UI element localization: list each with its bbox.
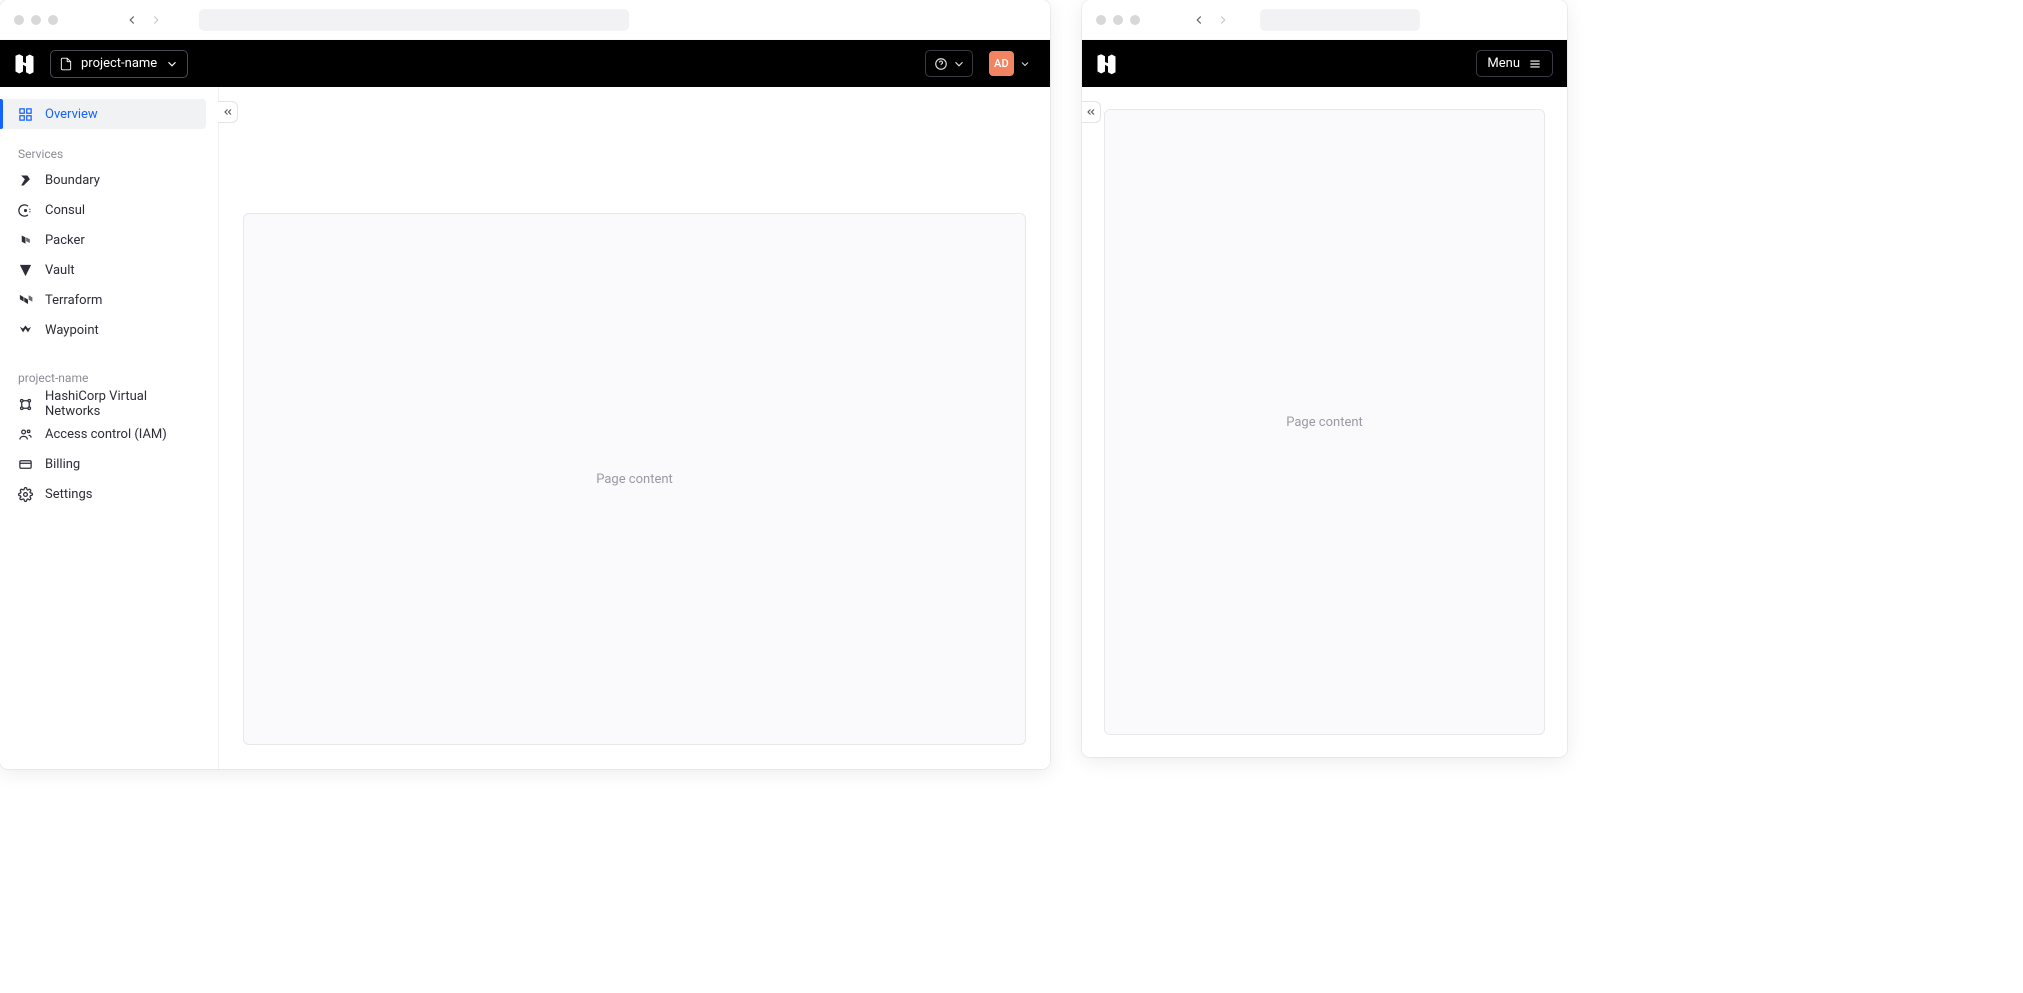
sidebar-item-label: Consul [45,203,85,218]
window-minimize-icon[interactable] [1113,15,1123,25]
sidebar-item-label: Vault [45,263,75,278]
user-menu[interactable]: AD [989,50,1036,77]
sidebar-item-label: Access control (IAM) [45,427,167,442]
sidebar-heading-project: project-name [0,353,218,389]
app-header: project-name AD [0,40,1050,87]
sidebar-collapse-button[interactable] [1082,101,1101,123]
window-mobile: Menu Page content [1082,0,1567,757]
sidebar-item-label: HashiCorp Virtual Networks [45,389,200,419]
project-picker[interactable]: project-name [50,50,188,78]
sidebar-item-label: Packer [45,233,85,248]
sidebar-item-label: Boundary [45,173,100,188]
file-icon [59,57,73,71]
browser-chrome [1082,0,1567,40]
gear-icon [18,487,33,502]
sidebar-item-billing[interactable]: Billing [0,449,210,479]
overview-icon [18,107,33,122]
sidebar-item-settings[interactable]: Settings [0,479,210,509]
sidebar-item-label: Terraform [45,293,102,308]
project-label: project-name [81,56,157,71]
main-content: Page content [218,87,1050,769]
window-controls[interactable] [1096,15,1140,25]
browser-chrome [0,0,1050,40]
help-icon [934,57,948,71]
sidebar-item-label: Settings [45,487,92,502]
sidebar-item-waypoint[interactable]: Waypoint [0,315,210,345]
sidebar-heading-services: Services [0,129,218,165]
window-minimize-icon[interactable] [31,15,41,25]
sidebar-item-consul[interactable]: Consul [0,195,210,225]
waypoint-icon [18,323,33,338]
sidebar-collapse-button[interactable] [218,101,238,123]
chevron-down-icon [952,57,966,71]
window-maximize-icon[interactable] [1130,15,1140,25]
consul-icon [18,203,33,218]
sidebar-item-terraform[interactable]: Terraform [0,285,210,315]
sidebar-item-label: Billing [45,457,80,472]
main-content: Page content [1082,87,1567,757]
sidebar-item-label: Waypoint [45,323,99,338]
hashicorp-logo-icon [1096,52,1120,76]
chevron-down-icon [1014,50,1036,77]
page-content-placeholder: Page content [1104,109,1545,735]
sidebar-item-label: Overview [45,107,98,122]
app-header: Menu [1082,40,1567,87]
sidebar-item-hvn[interactable]: HashiCorp Virtual Networks [0,389,210,419]
boundary-icon [18,173,33,188]
nav-forward-button[interactable] [145,9,167,31]
terraform-icon [18,293,33,308]
window-close-icon[interactable] [1096,15,1106,25]
menu-icon [1528,57,1542,71]
packer-icon [18,233,33,248]
url-bar[interactable] [199,9,629,31]
card-icon [18,457,33,472]
chevron-down-icon [165,57,179,71]
sidebar-item-vault[interactable]: Vault [0,255,210,285]
nav-forward-button[interactable] [1212,9,1234,31]
network-icon [18,397,33,412]
vault-icon [18,263,33,278]
url-bar[interactable] [1260,9,1420,31]
sidebar-item-packer[interactable]: Packer [0,225,210,255]
window-close-icon[interactable] [14,15,24,25]
help-button[interactable] [925,50,973,77]
hashicorp-logo-icon [14,52,38,76]
nav-back-button[interactable] [121,9,143,31]
users-icon [18,427,33,442]
menu-button[interactable]: Menu [1476,50,1553,77]
window-maximize-icon[interactable] [48,15,58,25]
sidebar: Overview Services Boundary Consul Packer [0,87,218,769]
avatar: AD [989,51,1014,76]
sidebar-item-overview[interactable]: Overview [0,99,206,129]
window-controls[interactable] [14,15,58,25]
menu-label: Menu [1487,56,1520,71]
sidebar-item-iam[interactable]: Access control (IAM) [0,419,210,449]
nav-back-button[interactable] [1188,9,1210,31]
sidebar-item-boundary[interactable]: Boundary [0,165,210,195]
page-content-placeholder: Page content [243,213,1026,745]
window-desktop: project-name AD Overview Services Bounda… [0,0,1050,769]
